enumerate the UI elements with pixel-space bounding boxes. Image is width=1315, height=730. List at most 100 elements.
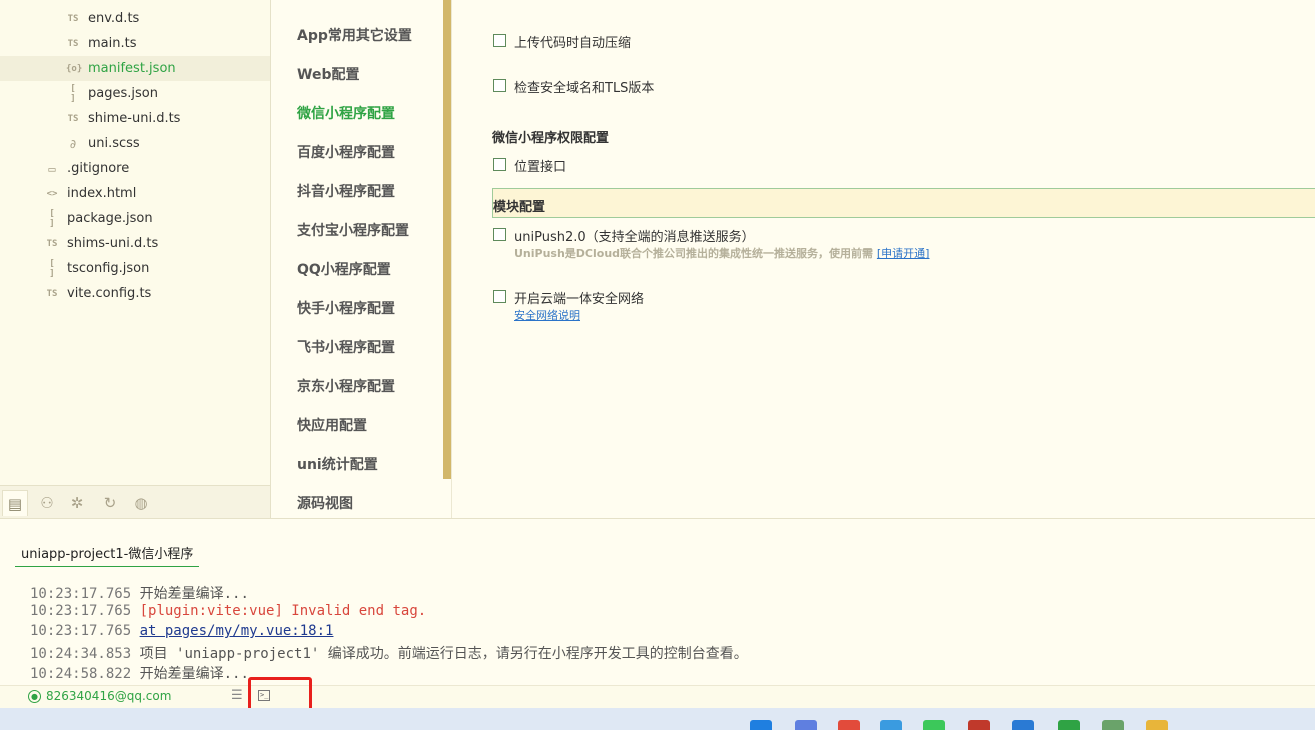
run-icon[interactable]: ⚇ bbox=[34, 490, 60, 516]
secure-network-label: 开启云端一体安全网络 bbox=[514, 292, 645, 307]
log-message: [plugin:vite:vue] Invalid end tag. bbox=[139, 603, 427, 619]
status-bar: ● 826340416@qq.com ☰ >_ bbox=[0, 685, 1315, 708]
hbuilderx-icon[interactable] bbox=[1058, 720, 1080, 730]
folder-icon[interactable] bbox=[1146, 720, 1168, 730]
account-info[interactable]: ● 826340416@qq.com bbox=[28, 689, 171, 703]
tree-item-label: package.json bbox=[67, 211, 153, 226]
console-line: 10:24:58.822 开始差量编译... bbox=[30, 663, 249, 683]
taskbar bbox=[0, 708, 1315, 730]
console-line: 10:24:34.853 项目 'uniapp-project1' 编译成功。前… bbox=[30, 643, 748, 663]
windows-start-icon[interactable] bbox=[750, 720, 772, 730]
sidebar-toolbar: ▤ ⚇ ✲ ↻ ◍ bbox=[0, 485, 271, 518]
tree-item[interactable]: ▭ .gitignore bbox=[0, 156, 270, 181]
location-interface-checkbox[interactable] bbox=[493, 158, 506, 171]
account-email: 826340416@qq.com bbox=[46, 689, 172, 703]
config-nav-item[interactable]: 百度小程序配置 bbox=[297, 142, 395, 162]
copilot-icon[interactable] bbox=[795, 720, 817, 730]
log-timestamp: 10:24:58.822 bbox=[30, 666, 132, 682]
permission-section-title: 微信小程序权限配置 bbox=[492, 131, 610, 146]
tree-item[interactable]: TS shime-uni.d.ts bbox=[0, 106, 270, 131]
tree-item-label: pages.json bbox=[88, 86, 158, 101]
project-manager-icon[interactable]: ▤ bbox=[2, 490, 28, 516]
unipush-desc-text: UniPush是DCloud联合个推公司推出的集成性统一推送服务，使用前需 bbox=[514, 247, 874, 260]
file-type-icon: TS bbox=[67, 38, 79, 49]
log-message: 开始差量编译... bbox=[139, 666, 249, 682]
config-nav-item[interactable]: 飞书小程序配置 bbox=[297, 337, 395, 357]
check-domain-label: 检查安全域名和TLS版本 bbox=[514, 81, 655, 96]
tree-item[interactable]: <> index.html bbox=[0, 181, 270, 206]
config-nav-item[interactable]: App常用其它设置 bbox=[297, 25, 412, 45]
log-timestamp: 10:23:17.765 bbox=[30, 623, 132, 639]
file-type-icon: TS bbox=[46, 288, 58, 299]
config-nav-item[interactable]: uni统计配置 bbox=[297, 454, 378, 474]
upload-compress-option[interactable]: 上传代码时自动压缩 bbox=[493, 32, 631, 51]
app-icon[interactable] bbox=[968, 720, 990, 730]
unipush-checkbox[interactable] bbox=[493, 228, 506, 241]
vscode-icon[interactable] bbox=[1012, 720, 1034, 730]
unipush-label: uniPush2.0（支持全端的消息推送服务） bbox=[514, 230, 755, 245]
devtools-icon[interactable] bbox=[1102, 720, 1124, 730]
config-nav: App常用其它设置 Web配置微信小程序配置 百度小程序配置 抖音小程序配置 支付宝小程… bbox=[272, 0, 452, 518]
tree-item[interactable]: [ ] tsconfig.json bbox=[0, 256, 270, 281]
edge-icon[interactable] bbox=[880, 720, 902, 730]
tree-item-label: shims-uni.d.ts bbox=[67, 236, 159, 251]
chrome-icon[interactable] bbox=[838, 720, 860, 730]
plugin-icon[interactable]: ↻ bbox=[97, 490, 123, 516]
tree-item[interactable]: {o} manifest.json bbox=[0, 56, 270, 81]
tree-item-label: shime-uni.d.ts bbox=[88, 111, 181, 126]
file-type-icon: ∂ bbox=[69, 136, 77, 151]
config-nav-item[interactable]: QQ小程序配置 bbox=[297, 259, 391, 279]
nav-scrollbar[interactable] bbox=[443, 0, 451, 479]
debug-icon[interactable]: ✲ bbox=[64, 490, 90, 516]
upload-compress-checkbox[interactable] bbox=[493, 34, 506, 47]
file-type-icon: TS bbox=[67, 13, 79, 24]
tree-item-label: .gitignore bbox=[67, 161, 130, 176]
check-domain-option[interactable]: 检查安全域名和TLS版本 bbox=[493, 77, 654, 96]
location-interface-option[interactable]: 位置接口 bbox=[493, 156, 566, 175]
secure-network-link[interactable]: 安全网络说明 bbox=[514, 309, 580, 322]
tree-item-label: tsconfig.json bbox=[67, 261, 150, 276]
secure-network-option[interactable]: 开启云端一体安全网络 bbox=[493, 288, 644, 307]
tree-item[interactable]: TS vite.config.ts bbox=[0, 281, 270, 306]
tree-item-label: vite.config.ts bbox=[67, 286, 152, 301]
config-nav-item[interactable]: 微信小程序配置 bbox=[297, 103, 395, 123]
file-type-icon: [ ] bbox=[70, 83, 76, 104]
config-nav-item[interactable]: 源码视图 bbox=[297, 493, 353, 513]
tree-item-label: main.ts bbox=[88, 36, 137, 51]
secure-network-checkbox[interactable] bbox=[493, 290, 506, 303]
tree-item-label: uni.scss bbox=[88, 136, 140, 151]
tree-item[interactable]: [ ] package.json bbox=[0, 206, 270, 231]
config-nav-item[interactable]: 快应用配置 bbox=[297, 415, 367, 435]
user-icon: ● bbox=[28, 689, 41, 703]
config-nav-item[interactable]: 快手小程序配置 bbox=[297, 298, 395, 318]
config-nav-item[interactable]: 京东小程序配置 bbox=[297, 376, 395, 396]
file-type-icon: <> bbox=[46, 188, 58, 199]
config-nav-item[interactable]: Web配置 bbox=[297, 64, 359, 84]
log-source-link[interactable]: at pages/my/my.vue:18:1 bbox=[140, 623, 334, 639]
config-nav-item[interactable]: 支付宝小程序配置 bbox=[297, 220, 409, 240]
file-type-icon: [ ] bbox=[49, 258, 55, 279]
tree-item[interactable]: ∂ uni.scss bbox=[0, 131, 270, 156]
console-line: 10:23:17.765 [plugin:vite:vue] Invalid e… bbox=[30, 603, 426, 619]
location-interface-label: 位置接口 bbox=[514, 160, 567, 175]
file-type-icon: ▭ bbox=[48, 161, 56, 176]
tree-item[interactable]: TS env.d.ts bbox=[0, 6, 270, 31]
tree-item[interactable]: [ ] pages.json bbox=[0, 81, 270, 106]
unipush-apply-link[interactable]: [申请开通] bbox=[877, 247, 930, 260]
unipush-option[interactable]: uniPush2.0（支持全端的消息推送服务） bbox=[493, 226, 755, 245]
console-tab[interactable]: uniapp-project1-微信小程序 bbox=[15, 543, 200, 567]
cloud-icon[interactable]: ◍ bbox=[128, 490, 154, 516]
console-panel: uniapp-project1-微信小程序 10:23:17.765 开始差量编… bbox=[0, 518, 1315, 685]
wechat-icon[interactable] bbox=[923, 720, 945, 730]
tree-item[interactable]: TS main.ts bbox=[0, 31, 270, 56]
tree-item-label: env.d.ts bbox=[88, 11, 140, 26]
tree-item[interactable]: TS shims-uni.d.ts bbox=[0, 231, 270, 256]
file-type-icon: [ ] bbox=[49, 208, 55, 229]
file-type-icon: {o} bbox=[66, 63, 83, 74]
file-type-icon: TS bbox=[67, 113, 79, 124]
log-timestamp: 10:24:34.853 bbox=[30, 646, 132, 662]
check-domain-checkbox[interactable] bbox=[493, 79, 506, 92]
module-section-title: 模块配置 bbox=[493, 200, 546, 215]
config-nav-item[interactable]: 抖音小程序配置 bbox=[297, 181, 395, 201]
list-icon[interactable]: ☰ bbox=[231, 688, 243, 703]
